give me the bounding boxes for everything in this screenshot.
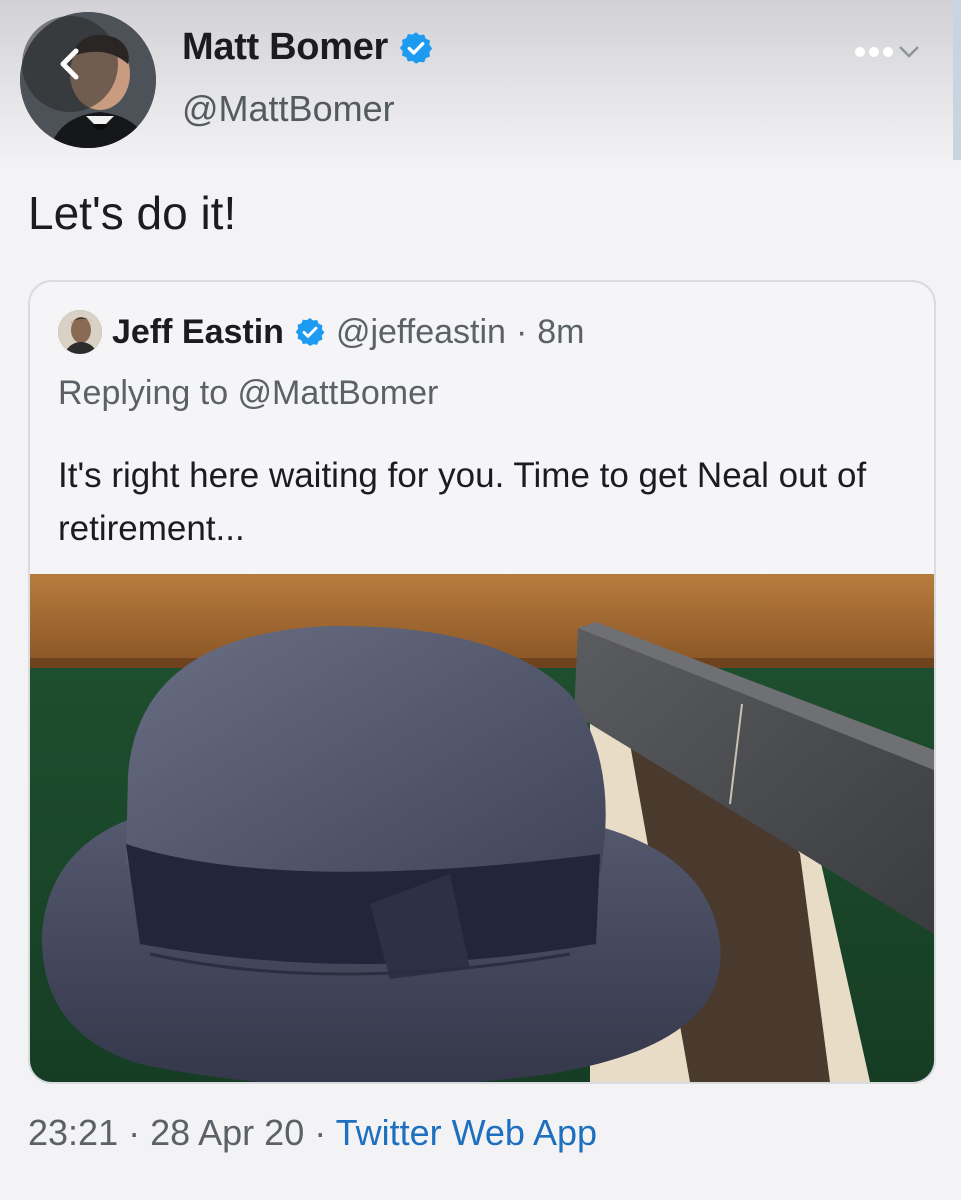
tweet-text: Let's do it!: [28, 187, 237, 239]
replying-prefix: Replying to: [58, 374, 238, 412]
quoted-avatar-image: [58, 310, 102, 354]
quoted-author-avatar[interactable]: [58, 310, 102, 354]
back-button[interactable]: [22, 16, 118, 112]
chevron-left-icon: [60, 48, 79, 80]
more-dot: [855, 47, 865, 57]
author-display-name: Matt Bomer: [182, 26, 389, 68]
replying-to: Replying to @MattBomer: [58, 374, 438, 413]
footer-separator: ·: [118, 1112, 151, 1153]
author-handle[interactable]: @MattBomer: [182, 88, 395, 130]
verified-badge-icon: [399, 31, 433, 64]
verified-badge-icon: [295, 318, 325, 346]
tweet-date: 28 Apr 20: [150, 1112, 305, 1153]
fedora-hat-photo: [30, 574, 934, 1082]
tweet-time: 23:21: [28, 1112, 119, 1153]
tweet-footer: 23:21 · 28 Apr 20 · Twitter Web App: [28, 1112, 597, 1154]
more-dot: [883, 47, 893, 57]
tweet-source-link[interactable]: Twitter Web App: [336, 1112, 597, 1153]
more-dot: [869, 47, 879, 57]
replying-mention-link[interactable]: @MattBomer: [238, 374, 439, 412]
quoted-tweet-header: Jeff Eastin @jeffeastin · 8m: [58, 310, 585, 354]
quoted-tweet-photo[interactable]: [30, 574, 934, 1082]
scroll-indicator[interactable]: [953, 0, 961, 160]
chevron-down-icon: [899, 46, 919, 58]
author-name-row[interactable]: Matt Bomer: [182, 26, 434, 69]
footer-separator: ·: [304, 1112, 336, 1153]
quoted-tweet-text: It's right here waiting for you. Time to…: [58, 456, 867, 548]
quoted-author-name[interactable]: Jeff Eastin: [112, 313, 284, 352]
quoted-timestamp: 8m: [537, 312, 585, 351]
meta-separator: ·: [515, 312, 528, 351]
more-options-button[interactable]: [855, 44, 921, 60]
quoted-tweet-card[interactable]: Jeff Eastin @jeffeastin · 8m Replying to…: [28, 280, 936, 1084]
quoted-author-handle[interactable]: @jeffeastin: [336, 313, 506, 352]
